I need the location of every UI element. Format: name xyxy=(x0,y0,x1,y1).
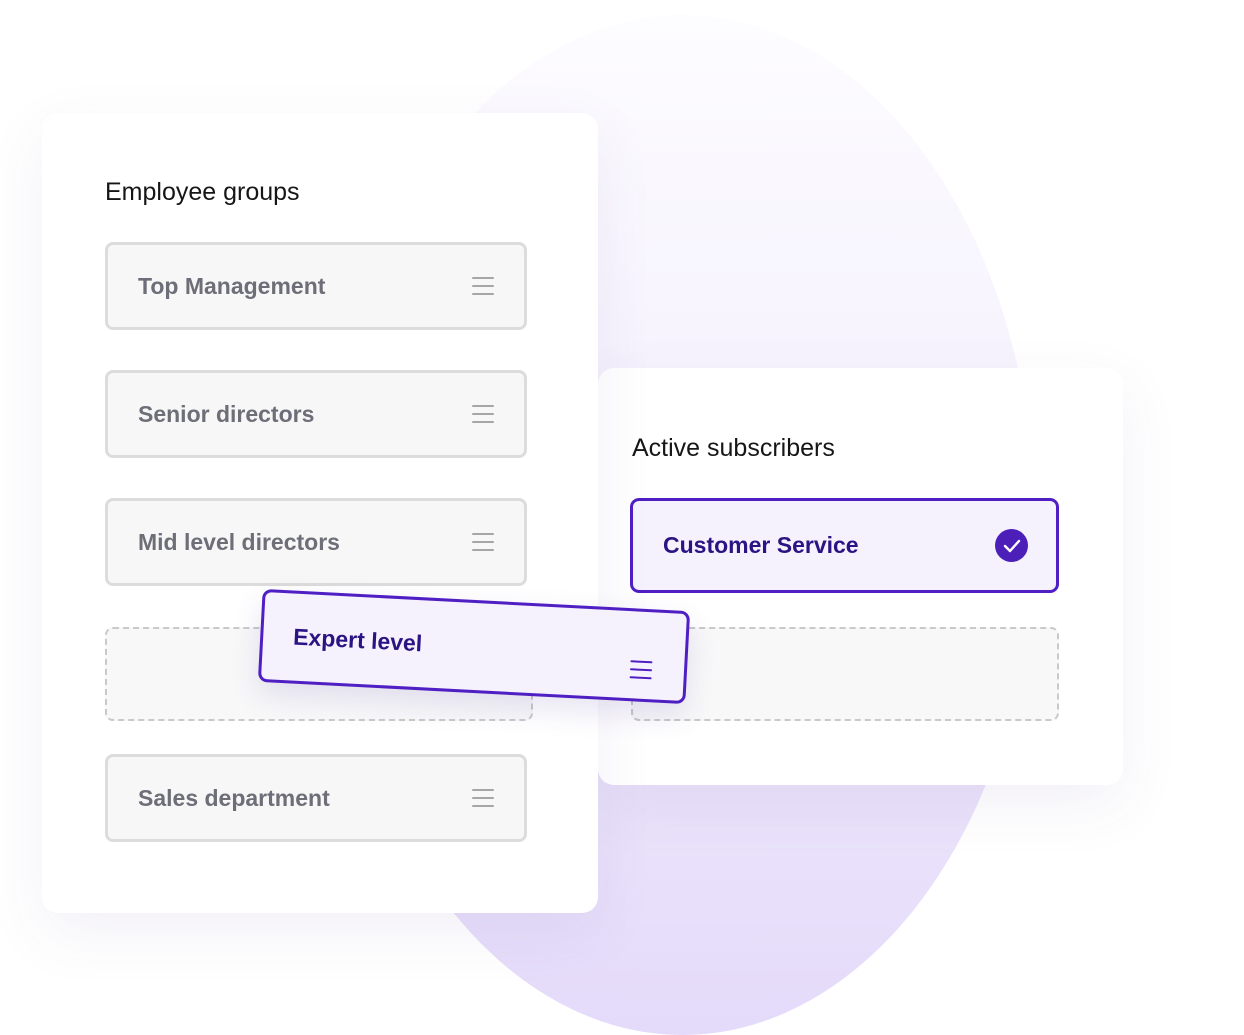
employee-groups-panel: Employee groups Top Management Senior di… xyxy=(42,113,598,913)
list-item[interactable]: Sales department xyxy=(105,754,527,842)
empty-drop-slot[interactable] xyxy=(631,627,1059,721)
check-icon xyxy=(995,529,1028,562)
drag-handle-icon[interactable] xyxy=(472,533,494,551)
item-label: Senior directors xyxy=(138,400,315,427)
drag-handle-icon[interactable] xyxy=(472,789,494,807)
item-label: Mid level directors xyxy=(138,528,340,555)
item-label: Top Management xyxy=(138,272,326,299)
item-label: Customer Service xyxy=(663,532,859,558)
list-item[interactable]: Mid level directors xyxy=(105,498,527,586)
active-subscribers-panel: Active subscribers Customer Service xyxy=(598,368,1123,785)
list-item[interactable]: Top Management xyxy=(105,242,527,330)
drag-handle-icon[interactable] xyxy=(472,405,494,423)
drag-handle-icon[interactable] xyxy=(472,277,494,295)
drag-handle-icon[interactable] xyxy=(629,659,653,679)
item-label: Expert level xyxy=(292,623,423,657)
item-label: Sales department xyxy=(138,784,330,811)
panel-title: Employee groups xyxy=(105,178,300,206)
list-item[interactable]: Senior directors xyxy=(105,370,527,458)
list-item-selected[interactable]: Customer Service xyxy=(630,498,1059,593)
panel-title: Active subscribers xyxy=(632,434,835,462)
